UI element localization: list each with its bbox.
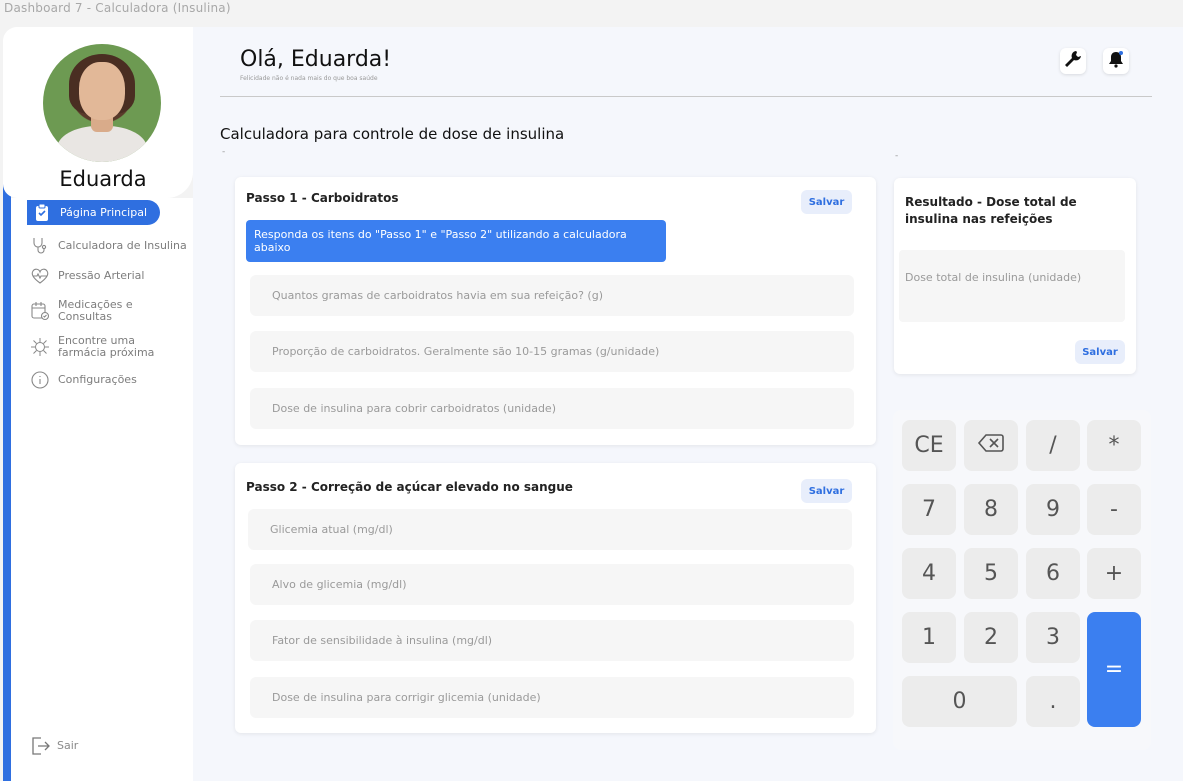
key-3[interactable]: 3 <box>1026 612 1080 663</box>
backspace-icon <box>977 432 1005 460</box>
sidebar-item-calculadora[interactable]: Calculadora de Insulina <box>30 236 187 256</box>
heart-pulse-icon <box>30 266 50 286</box>
window-title: Dashboard 7 - Calculadora (Insulina) <box>4 1 231 15</box>
result-title: Resultado - Dose total de insulina nas r… <box>905 195 1077 226</box>
key-9[interactable]: 9 <box>1026 484 1080 535</box>
key-multiply[interactable]: * <box>1087 420 1141 471</box>
total-dose-input[interactable]: Dose total de insulina (unidade) <box>899 250 1125 322</box>
key-0[interactable]: 0 <box>902 676 1017 727</box>
virus-icon <box>30 337 50 357</box>
sensitivity-factor-input[interactable]: Fator de sensibilidade à insulina (mg/dl… <box>250 620 854 661</box>
key-minus[interactable]: - <box>1087 484 1141 535</box>
key-4[interactable]: 4 <box>902 548 956 599</box>
carb-ratio-input[interactable]: Proporção de carboidratos. Geralmente sã… <box>250 331 854 372</box>
step2-title: Passo 2 - Correção de açúcar elevado no … <box>246 480 573 494</box>
key-plus[interactable]: + <box>1087 548 1141 599</box>
key-1[interactable]: 1 <box>902 612 956 663</box>
notifications-button[interactable] <box>1103 48 1129 74</box>
stethoscope-icon <box>30 236 50 256</box>
result-save-button[interactable]: Salvar <box>1075 340 1125 364</box>
header-divider <box>220 96 1152 97</box>
key-6[interactable]: 6 <box>1026 548 1080 599</box>
separator-mark: - <box>895 151 899 161</box>
key-backspace[interactable] <box>964 420 1018 471</box>
sidebar-item-farmacia[interactable]: Encontre uma farmácia próxima <box>30 335 158 359</box>
avatar[interactable] <box>43 44 161 162</box>
key-divide[interactable]: / <box>1026 420 1080 471</box>
key-2[interactable]: 2 <box>964 612 1018 663</box>
greeting-subtitle: Felicidade não é nada mais do que boa sa… <box>240 75 378 82</box>
calendar-check-icon <box>30 301 50 321</box>
sidebar-item-configuracoes[interactable]: Configurações <box>30 370 137 390</box>
step1-save-button[interactable]: Salvar <box>801 190 852 214</box>
correction-dose-input[interactable]: Dose de insulina para corrigir glicemia … <box>250 677 854 718</box>
wrench-icon <box>1064 50 1082 72</box>
key-8[interactable]: 8 <box>964 484 1018 535</box>
key-7[interactable]: 7 <box>902 484 956 535</box>
carb-dose-input[interactable]: Dose de insulina para cobrir carboidrato… <box>250 388 854 429</box>
settings-button[interactable] <box>1060 48 1086 74</box>
key-equals[interactable]: = <box>1087 612 1141 727</box>
current-glucose-input[interactable]: Glicemia atual (mg/dl) <box>248 509 852 550</box>
bell-icon <box>1107 50 1125 72</box>
sidebar-item-pressao[interactable]: Pressão Arterial <box>30 266 144 286</box>
key-decimal[interactable]: . <box>1026 676 1080 727</box>
sidebar-item-pagina-principal[interactable]: Página Principal <box>27 200 160 225</box>
clipboard-icon <box>32 203 52 223</box>
step2-save-button[interactable]: Salvar <box>801 479 852 503</box>
separator-mark: - <box>222 147 226 157</box>
key-ce[interactable]: CE <box>902 420 956 471</box>
user-name: Eduarda <box>59 167 147 191</box>
logout-button[interactable]: Sair <box>29 735 78 755</box>
logout-icon <box>29 735 50 755</box>
sidebar-item-label: Página Principal <box>60 206 148 219</box>
info-icon <box>30 370 50 390</box>
target-glucose-input[interactable]: Alvo de glicemia (mg/dl) <box>250 564 854 605</box>
step1-title: Passo 1 - Carboidratos <box>246 191 399 205</box>
key-5[interactable]: 5 <box>964 548 1018 599</box>
page-title: Calculadora para controle de dose de ins… <box>220 125 565 143</box>
carb-grams-input[interactable]: Quantos gramas de carboidratos havia em … <box>250 275 854 316</box>
sidebar-item-medicacoes[interactable]: Medicações e Consultas <box>30 299 138 323</box>
instruction-banner: Responda os itens do "Passo 1" e "Passo … <box>246 220 666 262</box>
greeting: Olá, Eduarda! <box>240 47 392 72</box>
